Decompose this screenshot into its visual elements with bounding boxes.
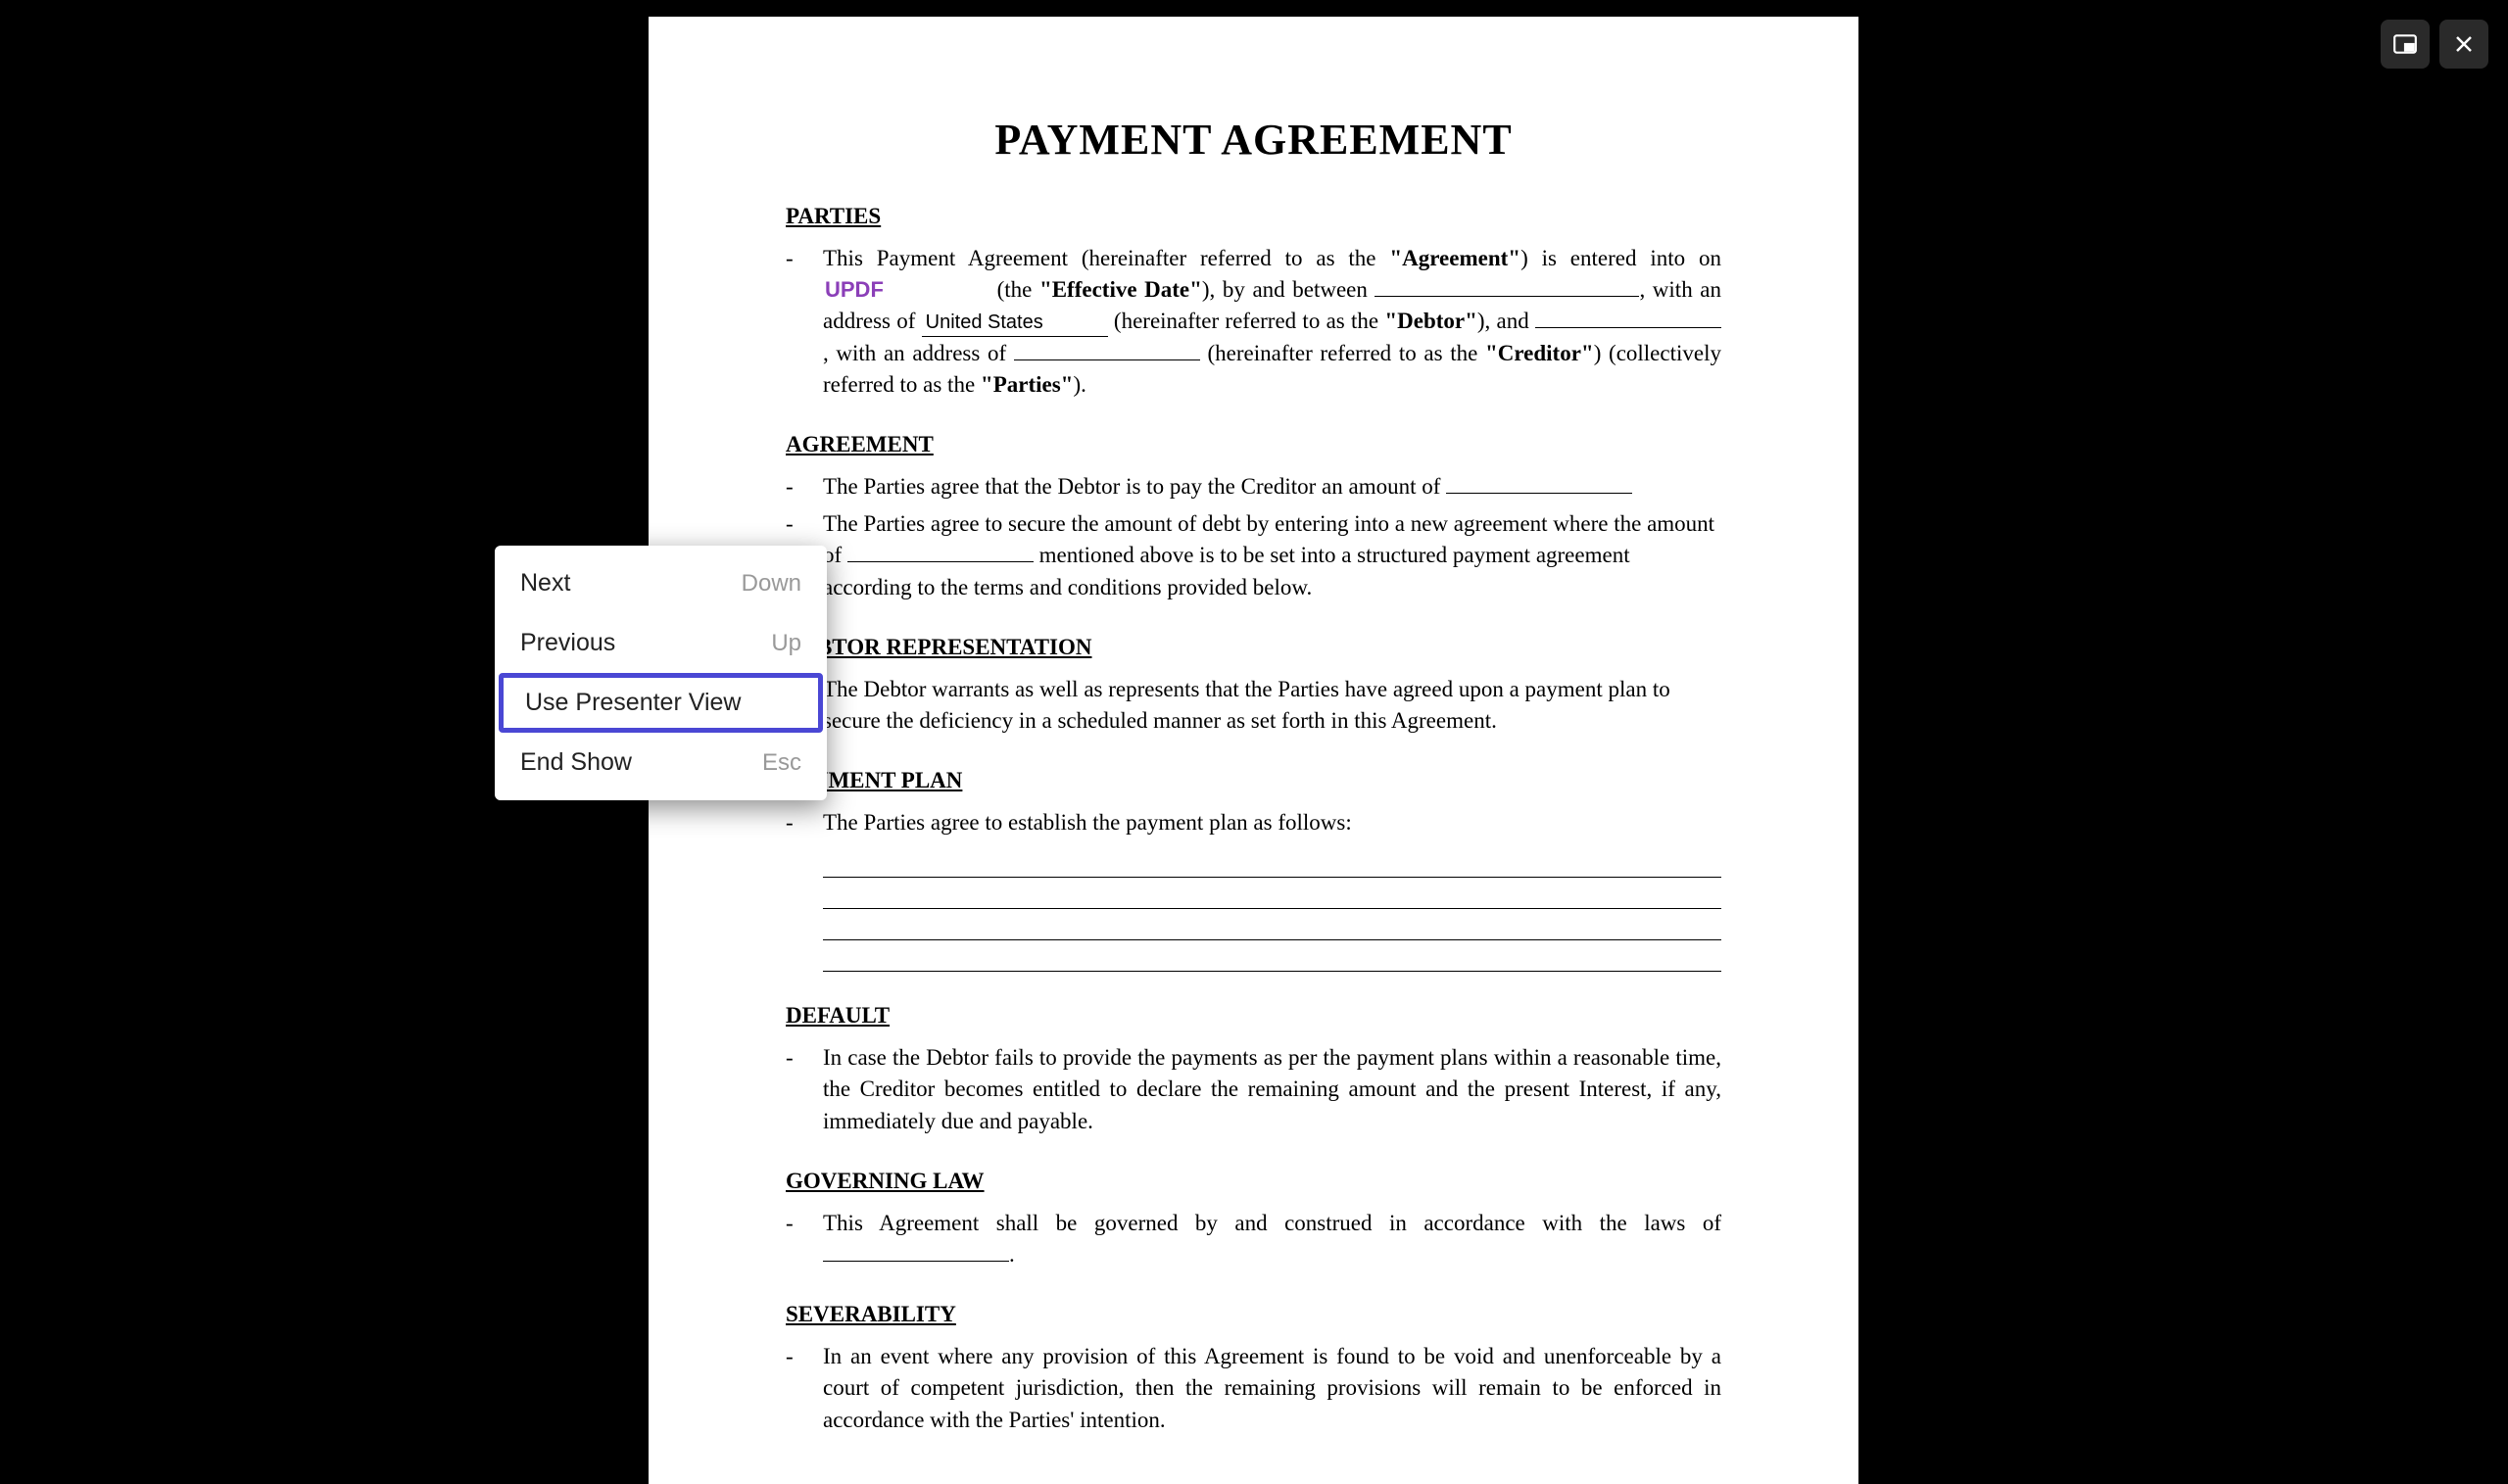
section-default-heading: DEFAULT	[786, 1003, 1721, 1029]
text-span: ), and	[1477, 309, 1535, 333]
severability-bullet: - In an event where any provision of thi…	[786, 1341, 1721, 1436]
payment-plan-blank-lines	[823, 848, 1721, 972]
close-button[interactable]	[2439, 20, 2488, 69]
agreement-bullet-2: - The Parties agree to secure the amount…	[786, 508, 1721, 603]
section-agreement-heading: AGREEMENT	[786, 432, 1721, 457]
amount-blank[interactable]	[1446, 493, 1632, 494]
governing-law-text: This Agreement shall be governed by and …	[823, 1208, 1721, 1270]
agreement-bullet-1: - The Parties agree that the Debtor is t…	[786, 471, 1721, 503]
parties-bold: "Parties"	[981, 372, 1074, 397]
governing-law-bullet: - This Agreement shall be governed by an…	[786, 1208, 1721, 1270]
parties-bullet: - This Payment Agreement (hereinafter re…	[786, 243, 1721, 401]
bullet-dash: -	[786, 243, 823, 401]
section-severability-heading: SEVERABILITY	[786, 1302, 1721, 1327]
text-span: (the	[989, 277, 1039, 302]
agreement-bold: "Agreement"	[1389, 246, 1520, 270]
agreement-text-2: The Parties agree to secure the amount o…	[823, 508, 1721, 603]
bullet-dash: -	[786, 471, 823, 503]
top-controls	[2381, 20, 2488, 69]
menu-shortcut: Down	[742, 570, 801, 598]
blank-line-3[interactable]	[823, 911, 1721, 940]
pip-icon	[2392, 31, 2418, 57]
and-blank[interactable]	[1535, 327, 1721, 328]
agreement-text-1: The Parties agree that the Debtor is to …	[823, 471, 1721, 503]
text-span: .	[1009, 1242, 1015, 1267]
menu-item-end-show[interactable]: End Show Esc	[495, 733, 827, 792]
context-menu: Next Down Previous Up Use Presenter View…	[495, 546, 827, 800]
debtor-rep-bullet: - The Debtor warrants as well as represe…	[786, 674, 1721, 737]
menu-label: End Show	[520, 748, 632, 777]
blank-line-4[interactable]	[823, 942, 1721, 972]
section-parties-heading: PARTIES	[786, 204, 1721, 229]
section-governing-law-heading: GOVERNING LAW	[786, 1169, 1721, 1194]
blank-line-1[interactable]	[823, 848, 1721, 878]
text-span: ), by and between	[1202, 277, 1375, 302]
law-blank[interactable]	[823, 1261, 1009, 1262]
parties-text: This Payment Agreement (hereinafter refe…	[823, 243, 1721, 401]
text-span: The Parties agree that the Debtor is to …	[823, 474, 1446, 499]
blank-line-2[interactable]	[823, 880, 1721, 909]
menu-label: Next	[520, 569, 570, 598]
menu-item-previous[interactable]: Previous Up	[495, 613, 827, 673]
menu-label: Use Presenter View	[525, 689, 741, 717]
bullet-dash: -	[786, 807, 823, 838]
text-span: This Payment Agreement (hereinafter refe…	[823, 246, 1389, 270]
document-title: PAYMENT AGREEMENT	[786, 115, 1721, 165]
amount2-blank[interactable]	[847, 561, 1034, 562]
text-span: , with an address of	[823, 341, 1014, 365]
bullet-dash: -	[786, 1042, 823, 1137]
pip-button[interactable]	[2381, 20, 2430, 69]
text-span: This Agreement shall be governed by and …	[823, 1211, 1721, 1235]
address2-blank[interactable]	[1014, 359, 1200, 360]
text-span: ) is entered into on	[1520, 246, 1721, 270]
bullet-dash: -	[786, 1341, 823, 1436]
menu-label: Previous	[520, 629, 615, 657]
updf-field[interactable]: UPDF	[823, 275, 989, 306]
section-debtor-rep-heading: DEBTOR REPRESENTATION	[786, 635, 1721, 660]
debtor-bold: "Debtor"	[1384, 309, 1477, 333]
section-payment-plan-heading: PAYMENT PLAN	[786, 768, 1721, 793]
text-span: mentioned above is to be set into a stru…	[823, 543, 1630, 598]
menu-item-next[interactable]: Next Down	[495, 553, 827, 613]
creditor-bold: "Creditor"	[1485, 341, 1594, 365]
effdate-bold: "Effective Date"	[1039, 277, 1202, 302]
bullet-dash: -	[786, 1208, 823, 1270]
between-blank[interactable]	[1375, 296, 1639, 297]
text-span: (hereinafter referred to as the	[1108, 309, 1385, 333]
address-field[interactable]: United States	[922, 309, 1108, 337]
menu-item-presenter-view[interactable]: Use Presenter View	[499, 673, 823, 733]
payment-plan-text: The Parties agree to establish the payme…	[823, 807, 1721, 838]
default-bullet: - In case the Debtor fails to provide th…	[786, 1042, 1721, 1137]
debtor-rep-text: The Debtor warrants as well as represent…	[823, 674, 1721, 737]
default-text: In case the Debtor fails to provide the …	[823, 1042, 1721, 1137]
menu-shortcut: Up	[771, 630, 801, 657]
text-span: ).	[1073, 372, 1085, 397]
text-span: (hereinafter referred to as the	[1200, 341, 1485, 365]
close-icon	[2452, 32, 2476, 56]
document-page: PAYMENT AGREEMENT PARTIES - This Payment…	[649, 17, 1858, 1484]
severability-text: In an event where any provision of this …	[823, 1341, 1721, 1436]
menu-shortcut: Esc	[762, 749, 801, 777]
payment-plan-bullet: - The Parties agree to establish the pay…	[786, 807, 1721, 838]
